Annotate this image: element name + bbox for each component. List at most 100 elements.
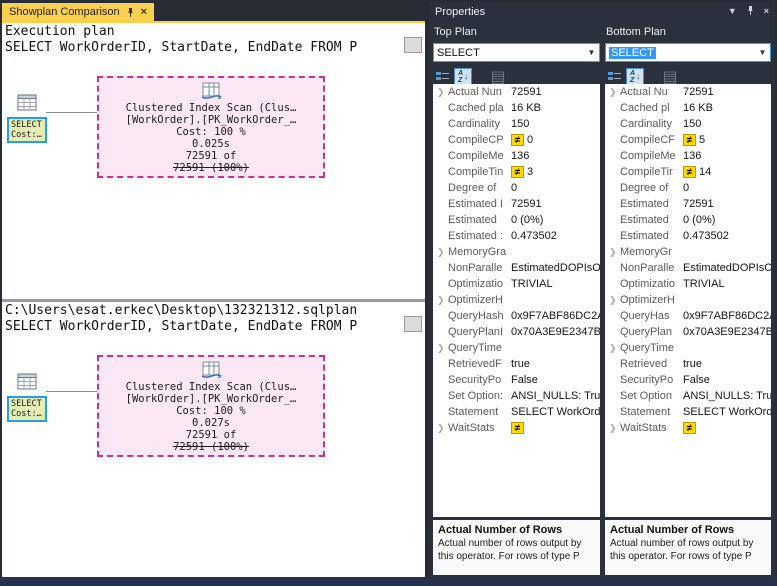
expand-chevron-icon[interactable]: ❯	[437, 86, 445, 98]
expand-chevron-icon[interactable]: ❯	[437, 246, 445, 258]
property-row[interactable]: ❯ Statement ≠ SELECT WorkOrd	[433, 404, 600, 420]
property-row[interactable]: ❯ QueryTime ≠	[605, 340, 771, 356]
property-label: Statement	[448, 406, 499, 418]
property-row[interactable]: ❯ RetrievedF ≠ true	[433, 356, 600, 372]
property-label: OptimizerH	[448, 294, 504, 306]
sort-az-icon[interactable]: A Z ↓	[454, 68, 472, 85]
property-row[interactable]: ❯ NonParalle ≠ EstimatedDOPIsOr	[605, 260, 771, 276]
property-row[interactable]: ❯ OptimizerH ≠	[433, 292, 600, 308]
expand-chevron-icon[interactable]: ❯	[609, 246, 617, 258]
tab-showplan-comparison[interactable]: Showplan Comparison ×	[2, 2, 155, 22]
top-plan-canvas[interactable]: SELECT Cost:… Clustered Index Scan (Clus…	[2, 56, 425, 299]
property-label: WaitStats	[620, 422, 667, 434]
property-value: 72591	[683, 198, 714, 210]
scan-node-time: 0.027s	[192, 417, 230, 429]
pane-toggle-button[interactable]	[404, 316, 422, 332]
property-row[interactable]: ❯ Actual Nun ≠ 72591	[433, 84, 600, 100]
property-row[interactable]: ❯ Set Option ≠ ANSI_NULLS: Tru	[605, 388, 771, 404]
top-plan-operator-combo[interactable]: SELECT ▼	[433, 43, 600, 62]
window-menu-chevron-icon[interactable]: ▼	[728, 7, 737, 16]
pin-icon[interactable]	[746, 5, 755, 18]
property-row[interactable]: ❯ Degree of ≠ 0	[605, 180, 771, 196]
scan-operator-node[interactable]: Clustered Index Scan (Clus… [WorkOrder].…	[97, 76, 325, 178]
property-row[interactable]: ❯ CompileTir ≠ 14	[605, 164, 771, 180]
plan-source-label: Execution plan	[5, 24, 115, 39]
property-value: 16 KB	[511, 102, 541, 114]
property-value: 136	[511, 150, 530, 162]
scan-node-cost: Cost: 100 %	[176, 126, 246, 138]
chevron-down-icon[interactable]: ▼	[755, 48, 770, 57]
property-row[interactable]: ❯ CompileMe ≠ 136	[433, 148, 600, 164]
property-row[interactable]: ❯ Estimated : ≠ 0.473502	[433, 228, 600, 244]
property-row[interactable]: ❯ Cardinality ≠ 150	[605, 116, 771, 132]
expand-chevron-icon[interactable]: ❯	[437, 422, 445, 434]
bottom-plan-canvas[interactable]: SELECT Cost:… Clustered Index Scan (Clus…	[2, 335, 425, 577]
property-row[interactable]: ❯ QueryTime ≠	[433, 340, 600, 356]
property-row[interactable]: ❯ Degree of ≠ 0	[433, 180, 600, 196]
property-label: NonParalle	[448, 262, 503, 274]
property-row[interactable]: ❯ QueryPlan ≠ 0x70A3E9E2347B	[605, 324, 771, 340]
property-row[interactable]: ❯ Set Option: ≠ ANSI_NULLS: Tru	[433, 388, 600, 404]
description-title: Actual Number of Rows	[438, 524, 563, 536]
property-label: CompileTir	[620, 166, 673, 178]
property-row[interactable]: ❯ Cached pla ≠ 16 KB	[433, 100, 600, 116]
chevron-down-icon[interactable]: ▼	[584, 48, 599, 57]
property-label: Cardinality	[448, 118, 500, 130]
property-row[interactable]: ❯ SecurityPo ≠ False	[605, 372, 771, 388]
pin-icon[interactable]	[126, 7, 135, 18]
categorized-icon[interactable]	[605, 68, 623, 85]
properties-titlebar[interactable]: Properties ▼ ×	[429, 2, 775, 21]
property-row[interactable]: ❯ Optimizatio ≠ TRIVIAL	[605, 276, 771, 292]
comparison-document: Execution plan SELECT WorkOrderID, Start…	[2, 21, 425, 577]
property-row[interactable]: ❯ MemoryGr ≠	[605, 244, 771, 260]
document-tabstrip: Showplan Comparison ×	[2, 2, 425, 22]
property-row[interactable]: ❯ Estimated ≠ 0 (0%)	[433, 212, 600, 228]
combo-value: SELECT	[437, 46, 480, 59]
plan-query-text: SELECT WorkOrderID, StartDate, EndDate F…	[5, 319, 358, 334]
property-row[interactable]: ❯ Estimated ≠ 0.473502	[605, 228, 771, 244]
select-operator-node[interactable]: SELECT Cost:…	[7, 94, 47, 143]
property-label: QueryPlan	[620, 326, 672, 338]
expand-chevron-icon[interactable]: ❯	[437, 294, 445, 306]
expand-chevron-icon[interactable]: ❯	[609, 86, 617, 98]
property-value: False	[683, 374, 710, 386]
property-row[interactable]: ❯ QueryHash ≠ 0x9F7ABF86DC2A	[433, 308, 600, 324]
property-row[interactable]: ❯ CompileMe ≠ 136	[605, 148, 771, 164]
property-value: 0x9F7ABF86DC2A	[683, 310, 771, 322]
property-row[interactable]: ❯ NonParalle ≠ EstimatedDOPIsOr	[433, 260, 600, 276]
property-label: Statement	[620, 406, 671, 418]
property-row[interactable]: ❯ Estimated ≠ 72591	[605, 196, 771, 212]
property-row[interactable]: ❯ CompileTin ≠ 3	[433, 164, 600, 180]
property-row[interactable]: ❯ SecurityPo ≠ False	[433, 372, 600, 388]
property-value: 5	[699, 134, 706, 146]
select-operator-node[interactable]: SELECT Cost:…	[7, 373, 47, 422]
property-row[interactable]: ❯ WaitStats ≠	[433, 420, 600, 436]
expand-chevron-icon[interactable]: ❯	[609, 422, 617, 434]
property-row[interactable]: ❯ MemoryGra ≠	[433, 244, 600, 260]
property-row[interactable]: ❯ CompileCF ≠ 5	[605, 132, 771, 148]
property-row[interactable]: ❯ OptimizerH ≠	[605, 292, 771, 308]
close-icon[interactable]: ×	[764, 7, 769, 16]
pane-toggle-button[interactable]	[404, 37, 422, 53]
property-row[interactable]: ❯ Optimizatio ≠ TRIVIAL	[433, 276, 600, 292]
sort-az-icon[interactable]: A Z ↓	[626, 68, 644, 85]
property-row[interactable]: ❯ WaitStats ≠	[605, 420, 771, 436]
expand-chevron-icon[interactable]: ❯	[609, 342, 617, 354]
property-row[interactable]: ❯ Estimated ≠ 0 (0%)	[605, 212, 771, 228]
categorized-icon[interactable]	[433, 68, 451, 85]
bottom-plan-property-grid: ❯ Actual Nu ≠ 72591 ❯ Cached pl ≠ 16 K	[605, 84, 771, 517]
expand-chevron-icon[interactable]: ❯	[437, 342, 445, 354]
property-row[interactable]: ❯ Actual Nu ≠ 72591	[605, 84, 771, 100]
property-row[interactable]: ❯ Statement ≠ SELECT WorkOrd	[605, 404, 771, 420]
close-icon[interactable]: ×	[141, 6, 147, 18]
property-row[interactable]: ❯ QueryPlanI ≠ 0x70A3E9E2347B	[433, 324, 600, 340]
bottom-plan-operator-combo[interactable]: SELECT ▼	[605, 43, 771, 62]
property-row[interactable]: ❯ Estimated I ≠ 72591	[433, 196, 600, 212]
scan-operator-node[interactable]: Clustered Index Scan (Clus… [WorkOrder].…	[97, 355, 325, 457]
property-row[interactable]: ❯ CompileCP ≠ 0	[433, 132, 600, 148]
property-row[interactable]: ❯ QueryHas ≠ 0x9F7ABF86DC2A	[605, 308, 771, 324]
property-row[interactable]: ❯ Cached pl ≠ 16 KB	[605, 100, 771, 116]
property-row[interactable]: ❯ Retrieved ≠ true	[605, 356, 771, 372]
expand-chevron-icon[interactable]: ❯	[609, 294, 617, 306]
property-row[interactable]: ❯ Cardinality ≠ 150	[433, 116, 600, 132]
